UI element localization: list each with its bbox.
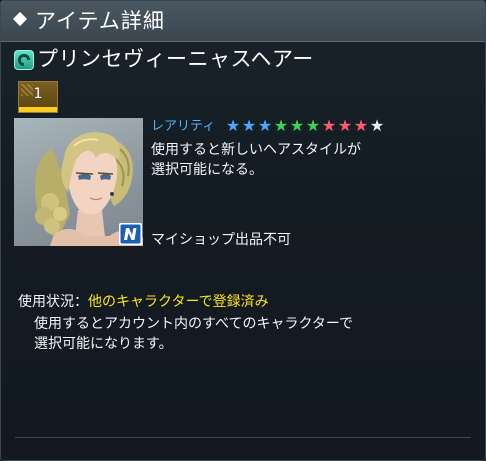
- item-preview-image: [14, 118, 143, 246]
- rarity-star-icon: ★: [225, 116, 241, 135]
- panel-title: アイテム詳細: [35, 9, 165, 33]
- rarity-star-icon: ★: [353, 116, 369, 135]
- rarity-stars: ★ ★ ★ ★ ★ ★ ★ ★ ★ ★: [225, 118, 385, 136]
- rarity-star-icon: ★: [337, 116, 353, 135]
- usage-detail-line: 使用するとアカウント内のすべてのキャラクターで: [34, 316, 354, 332]
- divider: [15, 437, 471, 438]
- item-description: 使用すると新しいヘアスタイルが 選択可能になる。: [151, 140, 471, 180]
- description-line: 選択可能になる。: [151, 162, 263, 178]
- item-detail-panel: アイテム詳細 プリンセヴィーニャスヘアー 1 レアリティ ★ ★ ★ ★ ★ ★…: [0, 0, 486, 461]
- hair-item-icon: [14, 50, 34, 70]
- rarity-star-icon: ★: [305, 116, 321, 135]
- usage-detail-line: 選択可能になります。: [34, 336, 173, 352]
- rarity-star-icon: ★: [369, 116, 385, 135]
- n-badge-icon: [119, 223, 142, 245]
- quantity-badge: 1: [18, 81, 58, 113]
- rarity-star-icon: ★: [289, 116, 305, 135]
- item-name: プリンセヴィーニャスヘアー: [37, 47, 314, 71]
- usage-status: 使用状況：他のキャラクターで登録済み: [18, 292, 269, 312]
- rarity-star-icon: ★: [273, 116, 289, 135]
- usage-detail: 使用するとアカウント内のすべてのキャラクターで 選択可能になります。: [34, 314, 464, 354]
- rarity-label: レアリティ: [151, 119, 216, 134]
- myshop-restriction: マイショップ出品不可: [151, 232, 291, 248]
- rarity-star-icon: ★: [257, 116, 273, 135]
- rarity-star-icon: ★: [241, 116, 257, 135]
- description-line: 使用すると新しいヘアスタイルが: [151, 142, 361, 158]
- usage-label: 使用状況：: [18, 294, 88, 310]
- quantity-value: 1: [33, 86, 43, 102]
- rarity-star-icon: ★: [321, 116, 337, 135]
- usage-status-value: 他のキャラクターで登録済み: [88, 294, 269, 310]
- diamond-bullet-icon: [12, 11, 28, 27]
- panel-header: アイテム詳細: [1, 1, 485, 42]
